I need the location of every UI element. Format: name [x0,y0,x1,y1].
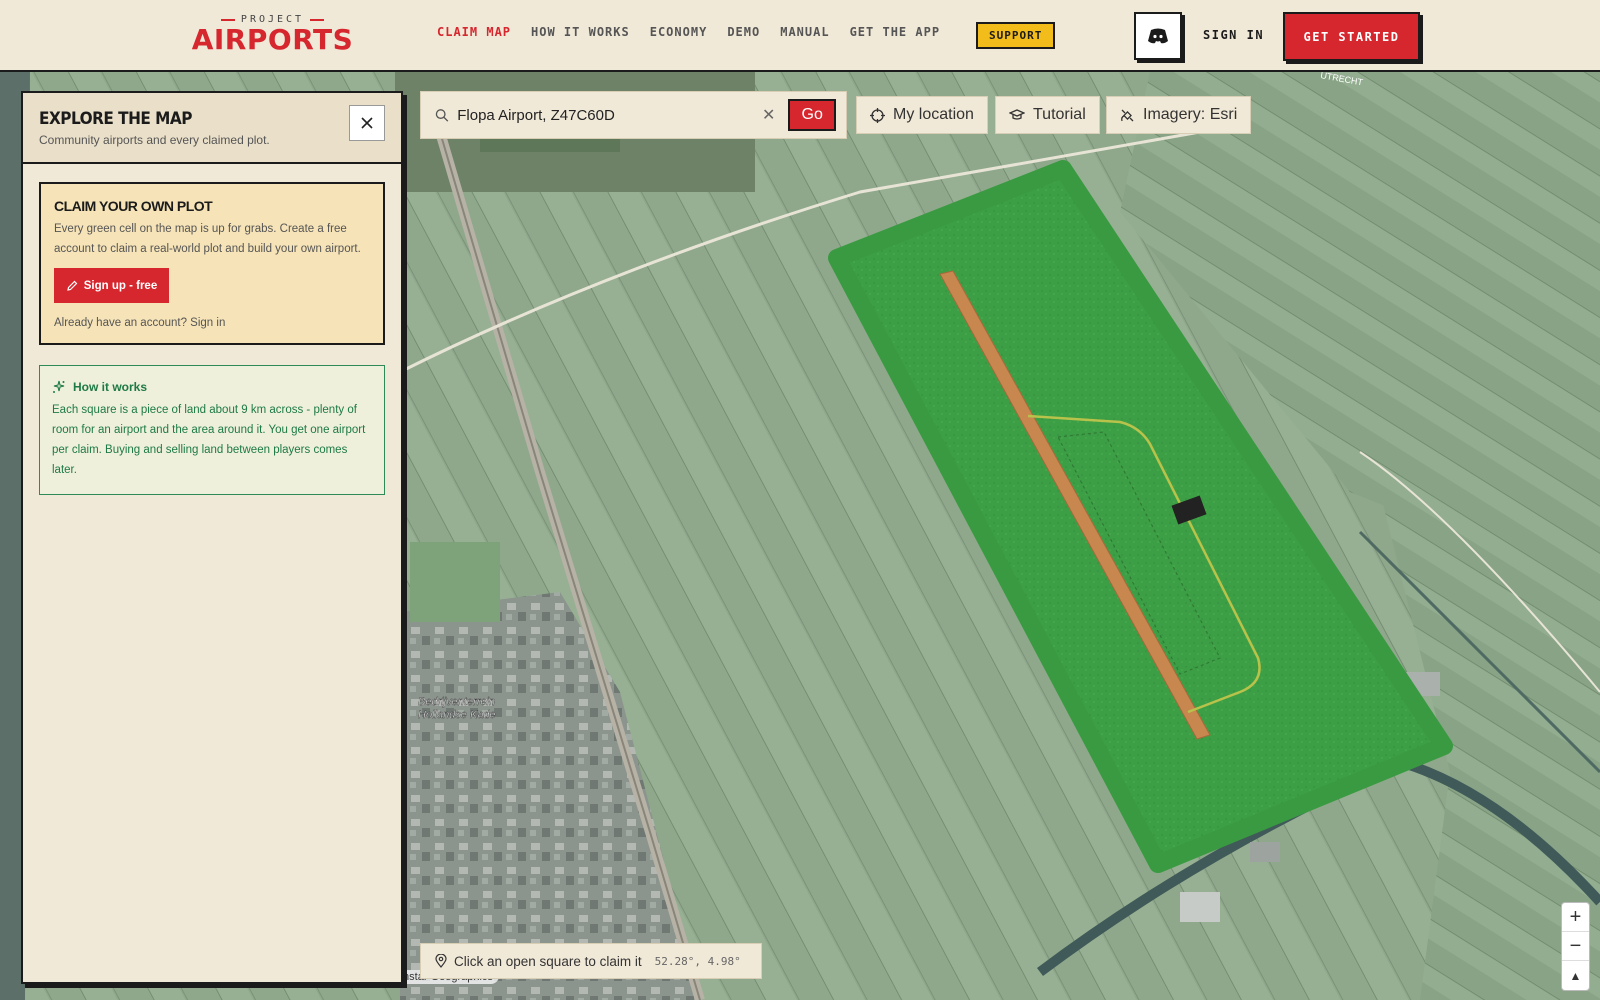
sign-up-free-label: Sign up - free [83,279,158,292]
map-label-business-park-line-2: Hollandse Kade [418,709,496,721]
panel-subtitle: Community airports and every claimed plo… [39,133,270,147]
my-location-button[interactable]: My location [856,96,988,134]
nav-how-it-works[interactable]: HOW IT WORKS [531,25,630,39]
sign-in-link[interactable]: SIGN IN [1203,28,1264,42]
top-navigation-bar: PROJECT AIRPORTS CLAIM MAP HOW IT WORKS … [0,0,1600,72]
claim-hint-text: Click an open square to claim it [454,953,642,969]
search-go-button[interactable]: Go [788,99,836,131]
close-panel-button[interactable] [349,105,385,141]
map-pin-icon [435,954,447,968]
compass-reset-button[interactable]: ▲ [1562,961,1589,990]
claim-card-title: CLAIM YOUR OWN PLOT [54,198,213,214]
zoom-out-button[interactable]: − [1562,932,1589,961]
location-search-box: ✕ Go [420,91,847,139]
satellite-icon [1121,109,1134,121]
nav-demo[interactable]: DEMO [727,25,760,39]
discord-icon [1148,28,1168,44]
how-it-works-heading: How it works [52,380,372,394]
discord-button[interactable] [1134,12,1182,60]
sparkles-icon [53,380,65,393]
nav-manual[interactable]: MANUAL [780,25,829,39]
how-it-works-title: How it works [73,380,148,394]
close-icon [361,117,373,129]
imagery-label: Imagery: Esri [1143,106,1238,123]
pencil-icon [66,280,78,291]
nav-economy[interactable]: ECONOMY [650,25,708,39]
claim-status-bar: Click an open square to claim it 52.28°,… [420,943,762,979]
my-location-label: My location [893,106,974,123]
map-label-business-park-line-1: Bedrijventerrein [418,696,495,708]
zoom-in-button[interactable]: + [1562,903,1589,932]
search-icon [435,108,449,122]
cursor-coordinates: 52.28°, 4.98° [654,954,741,968]
logo-wordmark: AIRPORTS [191,23,354,56]
claim-plot-card: CLAIM YOUR OWN PLOT Every green cell on … [39,182,385,345]
clear-search-icon[interactable]: ✕ [762,105,775,125]
graduation-cap-icon [1009,109,1025,120]
tutorial-label: Tutorial [1033,106,1086,123]
nav-get-the-app[interactable]: GET THE APP [850,25,940,39]
how-it-works-card: How it works Each square is a piece of l… [39,365,385,495]
sign-up-free-button[interactable]: Sign up - free [54,268,169,303]
explore-map-panel: EXPLORE THE MAP Community airports and e… [21,91,403,984]
how-it-works-text: Each square is a piece of land about 9 k… [52,404,366,476]
main-nav: CLAIM MAP HOW IT WORKS ECONOMY DEMO MANU… [437,25,940,39]
imagery-toggle-button[interactable]: Imagery: Esri [1106,96,1252,134]
get-started-button[interactable]: GET STARTED [1283,12,1420,61]
search-input[interactable] [457,106,742,124]
sign-in-prompt[interactable]: Already have an account? Sign in [54,317,370,329]
zoom-controls: + − ▲ [1561,902,1590,991]
project-airports-logo[interactable]: PROJECT AIRPORTS [180,14,365,55]
nav-claim-map[interactable]: CLAIM MAP [437,25,511,39]
support-button[interactable]: SUPPORT [976,22,1056,49]
tutorial-button[interactable]: Tutorial [995,96,1100,134]
claim-card-text: Every green cell on the map is up for gr… [54,223,361,255]
panel-title: EXPLORE THE MAP [39,109,192,129]
crosshair-icon [870,107,885,123]
panel-header: EXPLORE THE MAP Community airports and e… [23,93,401,164]
